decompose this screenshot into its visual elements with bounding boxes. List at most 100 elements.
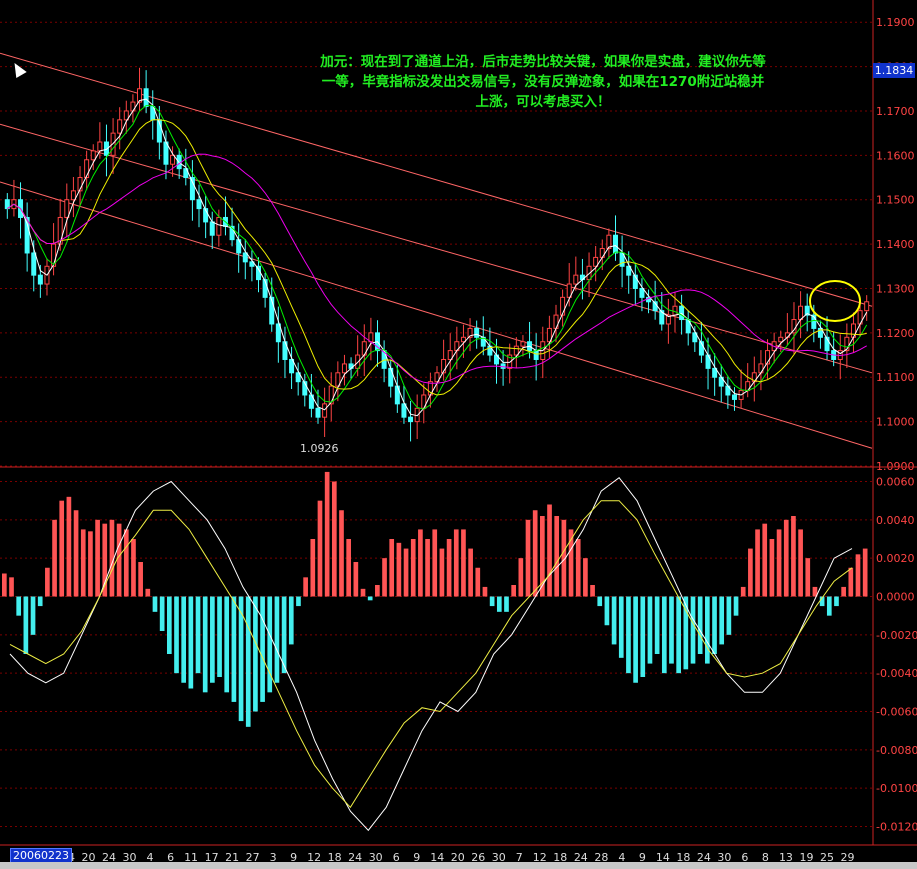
y-tick-label: -0.0020 xyxy=(876,629,917,642)
annotation-text: 加元：现在到了通道上沿，后市走势比较关键，如果你是实盘，建议你先等一等，毕竟指标… xyxy=(320,54,766,110)
candle-body xyxy=(533,350,539,360)
histogram-bar xyxy=(418,529,423,597)
y-tick-label: -0.0040 xyxy=(876,667,917,680)
histogram-bar xyxy=(826,596,832,616)
candle-body xyxy=(143,88,149,108)
histogram-bar xyxy=(719,596,725,645)
histogram-bar xyxy=(697,596,703,654)
candle-body xyxy=(672,305,678,316)
histogram-bar xyxy=(518,558,524,597)
y-tick-label: 1.1500 xyxy=(876,194,915,207)
y-tick-label: 1.1100 xyxy=(876,371,915,384)
histogram-bar xyxy=(253,596,258,712)
histogram-bar xyxy=(855,554,861,597)
histogram-bar xyxy=(661,596,667,674)
histogram-bar xyxy=(432,529,438,597)
histogram-bar xyxy=(346,539,352,597)
histogram-bar xyxy=(274,596,280,683)
histogram-bar xyxy=(30,596,36,635)
histogram-bar xyxy=(532,510,538,597)
histogram-bar xyxy=(217,596,222,677)
histogram-bar xyxy=(403,548,409,597)
histogram-bar xyxy=(769,539,775,597)
histogram-bar xyxy=(188,596,194,689)
histogram-bar xyxy=(475,567,481,597)
moving-average-line xyxy=(7,153,867,384)
candle-body xyxy=(216,216,222,236)
histogram-bar xyxy=(748,548,753,597)
histogram-bar xyxy=(95,519,100,597)
histogram-bar xyxy=(439,548,445,597)
histogram-bar xyxy=(862,548,868,597)
histogram-bar xyxy=(783,519,789,597)
histogram-bar xyxy=(267,596,273,693)
y-tick-label: 1.1400 xyxy=(876,238,915,251)
histogram-bar xyxy=(834,596,839,607)
moving-average-line xyxy=(7,119,867,396)
histogram-bar xyxy=(303,577,308,597)
candle-body xyxy=(209,221,215,236)
y-tick-label: -0.0100 xyxy=(876,782,917,795)
histogram-bar xyxy=(489,596,495,607)
histogram-bar xyxy=(59,500,65,597)
histogram-bar xyxy=(669,596,674,664)
candle-body xyxy=(64,199,70,218)
histogram-bar xyxy=(324,471,330,597)
histogram-bar xyxy=(798,529,803,597)
histogram-bar xyxy=(131,539,136,597)
histogram-bar xyxy=(331,481,337,597)
histogram-bar xyxy=(224,596,230,693)
candle-body xyxy=(117,119,123,134)
histogram-bar xyxy=(174,596,179,674)
histogram-bar xyxy=(640,596,646,677)
histogram-bar xyxy=(45,567,50,597)
y-tick-label: 1.1600 xyxy=(876,149,915,162)
candle-body xyxy=(341,363,347,374)
candle-body xyxy=(679,305,685,321)
histogram-bar xyxy=(382,558,387,597)
candle-body xyxy=(256,265,262,281)
candle-body xyxy=(612,234,618,254)
candle-body xyxy=(864,301,870,312)
histogram-bar xyxy=(260,596,265,702)
histogram-bar xyxy=(410,539,416,597)
histogram-bar xyxy=(597,596,603,607)
histogram-bar xyxy=(554,516,560,597)
channel-line xyxy=(0,123,873,374)
histogram-bar xyxy=(288,596,294,645)
indicator-line xyxy=(9,477,853,832)
histogram-bar xyxy=(453,529,459,597)
histogram-bar xyxy=(166,596,172,654)
histogram-bar xyxy=(726,596,732,635)
forex-chart: 1.19001.18001.17001.16001.15001.14001.13… xyxy=(0,0,917,864)
candle-body xyxy=(37,274,43,285)
histogram-bar xyxy=(37,596,43,607)
histogram-bar xyxy=(360,588,366,597)
histogram-bar xyxy=(339,510,344,597)
histogram-bar xyxy=(504,596,509,612)
axes: 1.19001.18001.17001.16001.15001.14001.13… xyxy=(0,0,917,864)
moving-average-line xyxy=(7,105,868,410)
candle-body xyxy=(322,403,328,418)
histogram-bar xyxy=(590,585,595,597)
histogram-bar xyxy=(181,596,187,683)
candle-body xyxy=(798,305,804,321)
candle-body xyxy=(70,190,76,201)
histogram-bar xyxy=(604,596,610,626)
histogram-bar xyxy=(23,596,29,654)
y-tick-label: 1.1000 xyxy=(876,416,915,429)
histogram-bar xyxy=(626,596,631,674)
candles xyxy=(4,67,870,442)
histogram-bar xyxy=(755,529,760,597)
histogram-bar xyxy=(848,567,854,597)
histogram-bar xyxy=(618,596,624,658)
histogram-bar xyxy=(245,596,251,727)
y-tick-label: -0.0060 xyxy=(876,706,917,719)
indicator-line xyxy=(9,500,853,809)
histogram-bar xyxy=(647,596,653,664)
histogram-bar xyxy=(2,573,7,597)
candle-body xyxy=(778,336,784,343)
histogram-bar xyxy=(712,596,717,654)
histogram-bar xyxy=(676,596,681,674)
histogram-bar xyxy=(159,596,165,631)
